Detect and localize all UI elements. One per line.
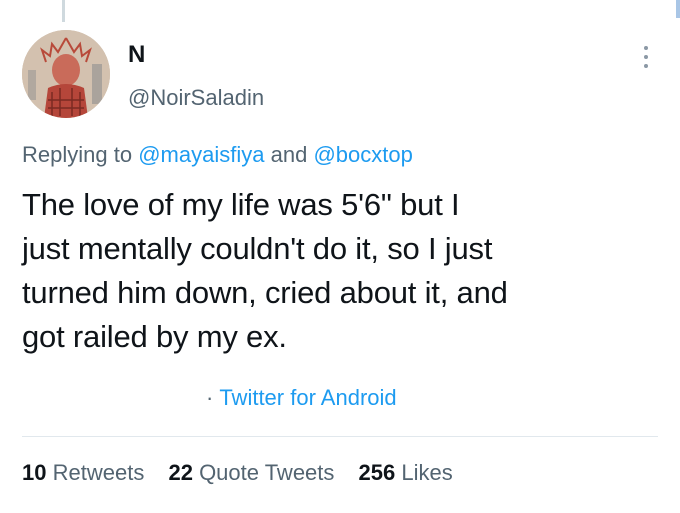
tweet-body-text: The love of my life was 5'6" but I just …: [22, 183, 662, 359]
stats-divider: [22, 436, 658, 437]
tweet-text-line: turned him down, cried about it, and: [22, 275, 508, 310]
quote-tweets-count: 22: [168, 460, 193, 485]
reply-mention-link[interactable]: @mayaisfiya: [138, 142, 264, 167]
reply-mention-link[interactable]: @bocxtop: [313, 142, 412, 167]
likes-label: Likes: [401, 460, 453, 485]
engagement-stats: 10 Retweets 22 Quote Tweets 256 Likes: [22, 458, 471, 488]
likes-count: 256: [358, 460, 396, 485]
source-app-link[interactable]: Twitter for Android: [219, 385, 396, 410]
source-separator: ·: [206, 385, 214, 410]
tweet-source: · Twitter for Android: [206, 383, 397, 413]
replying-joiner: and: [270, 142, 308, 167]
avatar-image: [22, 30, 110, 118]
profile-avatar[interactable]: [22, 30, 110, 118]
author-names: N @NoirSaladin: [128, 40, 264, 112]
more-options-icon[interactable]: [642, 46, 650, 72]
replying-prefix: Replying to: [22, 142, 133, 167]
tweet-text-line: got railed by my ex.: [22, 319, 287, 354]
author-display-name[interactable]: N: [128, 40, 264, 70]
quote-tweets-stat[interactable]: 22 Quote Tweets: [168, 458, 334, 488]
tweet-page: N @NoirSaladin Replying to @mayaisfiya a…: [0, 0, 680, 513]
tweet-header: N @NoirSaladin: [22, 30, 658, 124]
more-dot: [644, 46, 648, 50]
author-handle[interactable]: @NoirSaladin: [128, 84, 264, 112]
retweets-count: 10: [22, 460, 47, 485]
quote-tweets-label: Quote Tweets: [199, 460, 335, 485]
replying-to-line: Replying to @mayaisfiya and @bocxtop: [22, 140, 413, 170]
retweets-label: Retweets: [52, 460, 145, 485]
thread-connector-line: [62, 0, 65, 22]
tweet-text-line: just mentally couldn't do it, so I just: [22, 231, 493, 266]
tweet-text-line: The love of my life was 5'6" but I: [22, 187, 460, 222]
scrollbar-thumb[interactable]: [676, 0, 680, 18]
more-dot: [644, 55, 648, 59]
likes-stat[interactable]: 256 Likes: [359, 458, 453, 488]
more-dot: [644, 64, 648, 68]
retweets-stat[interactable]: 10 Retweets: [22, 458, 144, 488]
